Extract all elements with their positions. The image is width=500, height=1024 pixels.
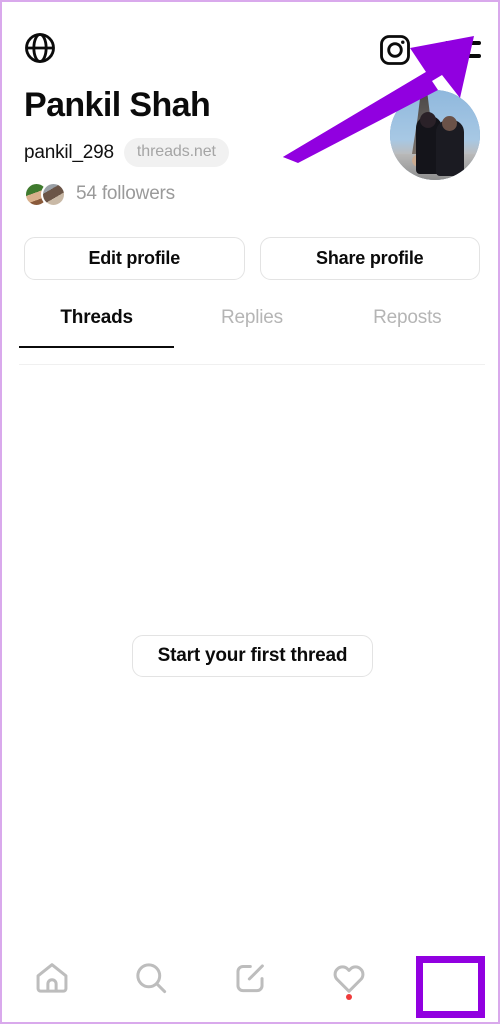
followers-count: 54 followers [76, 183, 175, 204]
menu-line-bottom [445, 54, 481, 58]
follower-avatar-stack [24, 180, 70, 208]
home-icon [33, 959, 71, 1002]
globe-icon[interactable] [22, 30, 58, 66]
compose-icon [231, 959, 269, 1002]
page-title: Pankil Shah [24, 86, 211, 124]
nav-compose[interactable] [200, 938, 299, 1022]
tabs-divider [19, 364, 485, 365]
menu-line-top [445, 41, 481, 45]
username: pankil_298 [24, 141, 114, 163]
avatar-face-two [442, 116, 457, 131]
profile-action-row: Edit profile Share profile [24, 237, 480, 280]
edit-profile-button[interactable]: Edit profile [24, 237, 245, 280]
handle-row: pankil_298 threads.net [24, 138, 229, 167]
nav-profile[interactable] [399, 938, 498, 1022]
top-bar [2, 16, 498, 68]
instagram-icon[interactable] [377, 32, 413, 68]
tab-reposts[interactable]: Reposts [330, 307, 485, 348]
domain-badge[interactable]: threads.net [123, 138, 229, 167]
avatar-face-one [420, 112, 436, 128]
follower-avatar [41, 182, 66, 207]
avatar[interactable] [390, 90, 480, 180]
share-profile-button[interactable]: Share profile [259, 237, 480, 280]
nav-home[interactable] [2, 938, 101, 1022]
profile-tabs: Threads Replies Reposts [19, 307, 485, 348]
tab-threads[interactable]: Threads [19, 307, 175, 348]
start-first-thread-button[interactable]: Start your first thread [132, 635, 373, 677]
nav-activity[interactable] [300, 938, 399, 1022]
hamburger-menu-icon[interactable] [445, 38, 481, 64]
nav-search[interactable] [101, 938, 200, 1022]
person-icon [429, 959, 467, 1002]
phone-screen: Pankil Shah pankil_298 threads.net 54 fo… [0, 0, 500, 1024]
search-icon [132, 959, 170, 1002]
followers-row[interactable]: 54 followers [24, 180, 175, 208]
bottom-navigation-bar [2, 938, 498, 1022]
tab-replies[interactable]: Replies [174, 307, 329, 348]
